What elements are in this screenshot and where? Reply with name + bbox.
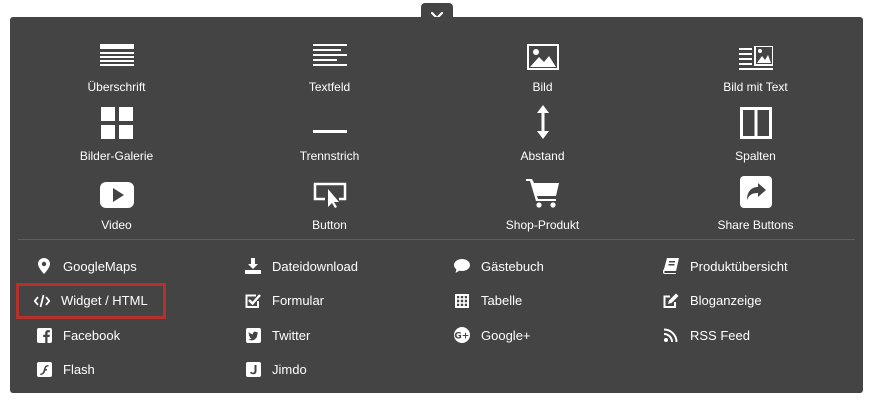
item-tabelle[interactable]: Tabelle bbox=[428, 287, 637, 315]
tile-label: Bild bbox=[532, 80, 553, 94]
tile-gallery[interactable]: Bilder-Galerie bbox=[10, 101, 223, 170]
tile-label: Überschrift bbox=[87, 80, 146, 94]
map-pin-icon bbox=[36, 258, 52, 275]
item-label: GoogleMaps bbox=[63, 258, 137, 274]
svg-text:G+: G+ bbox=[454, 332, 469, 342]
tile-label: Button bbox=[312, 218, 347, 232]
button-icon bbox=[313, 172, 347, 208]
tile-row: Überschrift Textfeld Bild Bild mit Text bbox=[10, 32, 863, 101]
item-label: Produktübersicht bbox=[690, 258, 788, 274]
item-jimdo[interactable]: Jimdo bbox=[219, 356, 428, 384]
code-icon bbox=[34, 293, 50, 309]
rss-icon bbox=[663, 327, 679, 343]
tile-label: Bilder-Galerie bbox=[79, 149, 154, 163]
item-formular[interactable]: Formular bbox=[219, 287, 428, 315]
item-gaestebuch[interactable]: Gästebuch bbox=[428, 252, 637, 280]
columns-icon bbox=[739, 103, 772, 139]
item-produktuebersicht[interactable]: Produktübersicht bbox=[637, 252, 846, 280]
google-plus-icon: G+ bbox=[454, 327, 470, 344]
item-label: Tabelle bbox=[481, 293, 523, 309]
tile-row: Bilder-Galerie Trennstrich Abstand Spalt… bbox=[10, 101, 863, 170]
tile-row: Video Button Shop-Produkt Share Buttons bbox=[10, 170, 863, 239]
tile-button[interactable]: Button bbox=[223, 170, 436, 239]
tile-share-buttons[interactable]: Share Buttons bbox=[649, 170, 862, 239]
item-label: Bloganzeige bbox=[690, 293, 762, 309]
more-elements-list: GoogleMaps Dateidownload Gästebuch Produ… bbox=[10, 249, 863, 387]
item-label: Formular bbox=[272, 293, 325, 309]
list-row: Flash Jimdo bbox=[10, 353, 863, 388]
item-label: Jimdo bbox=[272, 362, 307, 378]
item-label: RSS Feed bbox=[690, 327, 750, 343]
tile-spacer[interactable]: Abstand bbox=[436, 101, 649, 170]
list-row: GoogleMaps Dateidownload Gästebuch Produ… bbox=[10, 249, 863, 284]
table-icon bbox=[454, 293, 470, 309]
spacer-icon bbox=[536, 103, 550, 139]
section-divider bbox=[18, 239, 855, 240]
jimdo-icon bbox=[245, 362, 261, 378]
tile-video[interactable]: Video bbox=[10, 170, 223, 239]
video-icon bbox=[99, 172, 134, 208]
element-picker-panel: Überschrift Textfeld Bild Bild mit Text … bbox=[10, 17, 863, 393]
item-rss-feed[interactable]: RSS Feed bbox=[637, 321, 846, 349]
edit-icon bbox=[663, 293, 679, 309]
item-label: Facebook bbox=[63, 327, 121, 343]
tile-label: Abstand bbox=[520, 149, 565, 163]
speech-bubble-icon bbox=[454, 258, 470, 274]
divider-icon bbox=[312, 103, 347, 139]
tile-image-with-text[interactable]: Bild mit Text bbox=[649, 32, 862, 101]
image-icon bbox=[526, 34, 559, 70]
checkbox-icon bbox=[245, 293, 261, 309]
item-label: Twitter bbox=[272, 327, 311, 343]
image-with-text-icon bbox=[738, 34, 773, 70]
tile-label: Spalten bbox=[735, 149, 776, 163]
download-icon bbox=[245, 258, 261, 275]
tile-divider[interactable]: Trennstrich bbox=[223, 101, 436, 170]
tile-heading[interactable]: Überschrift bbox=[10, 32, 223, 101]
item-flash[interactable]: Flash bbox=[10, 356, 219, 384]
facebook-icon bbox=[36, 327, 52, 343]
tile-columns[interactable]: Spalten bbox=[649, 101, 862, 170]
item-twitter[interactable]: Twitter bbox=[219, 321, 428, 349]
item-label: Dateidownload bbox=[272, 258, 359, 274]
tile-text[interactable]: Textfeld bbox=[223, 32, 436, 101]
tile-label: Shop-Produkt bbox=[505, 218, 580, 232]
tile-label: Bild mit Text bbox=[723, 80, 788, 94]
gallery-icon bbox=[100, 103, 133, 139]
heading-icon bbox=[99, 34, 134, 70]
tile-label: Video bbox=[101, 218, 132, 232]
list-row: Facebook Twitter G+ Google+ RSS Feed bbox=[10, 318, 863, 353]
list-row: Widget / HTML Formular Tabelle Bloganzei… bbox=[10, 282, 863, 319]
tile-label: Trennstrich bbox=[299, 149, 360, 163]
cart-icon bbox=[525, 172, 560, 208]
tile-image[interactable]: Bild bbox=[436, 32, 649, 101]
tile-shop-product[interactable]: Shop-Produkt bbox=[436, 170, 649, 239]
twitter-icon bbox=[245, 327, 261, 343]
main-elements-grid: Überschrift Textfeld Bild Bild mit Text … bbox=[10, 32, 863, 239]
book-icon bbox=[663, 258, 679, 275]
item-label: Gästebuch bbox=[481, 258, 544, 274]
flash-icon bbox=[36, 362, 52, 378]
item-widget-html[interactable]: Widget / HTML bbox=[16, 282, 166, 319]
item-googlemaps[interactable]: GoogleMaps bbox=[10, 252, 219, 280]
item-facebook[interactable]: Facebook bbox=[10, 321, 219, 349]
item-bloganzeige[interactable]: Bloganzeige bbox=[637, 287, 846, 315]
item-label: Widget / HTML bbox=[61, 293, 148, 309]
item-google-plus[interactable]: G+ Google+ bbox=[428, 321, 637, 349]
item-label: Google+ bbox=[481, 327, 531, 343]
tile-label: Textfeld bbox=[308, 80, 351, 94]
tile-label: Share Buttons bbox=[717, 218, 794, 232]
text-icon bbox=[312, 34, 347, 70]
item-label: Flash bbox=[63, 362, 95, 378]
item-dateidownload[interactable]: Dateidownload bbox=[219, 252, 428, 280]
share-icon bbox=[739, 172, 772, 208]
